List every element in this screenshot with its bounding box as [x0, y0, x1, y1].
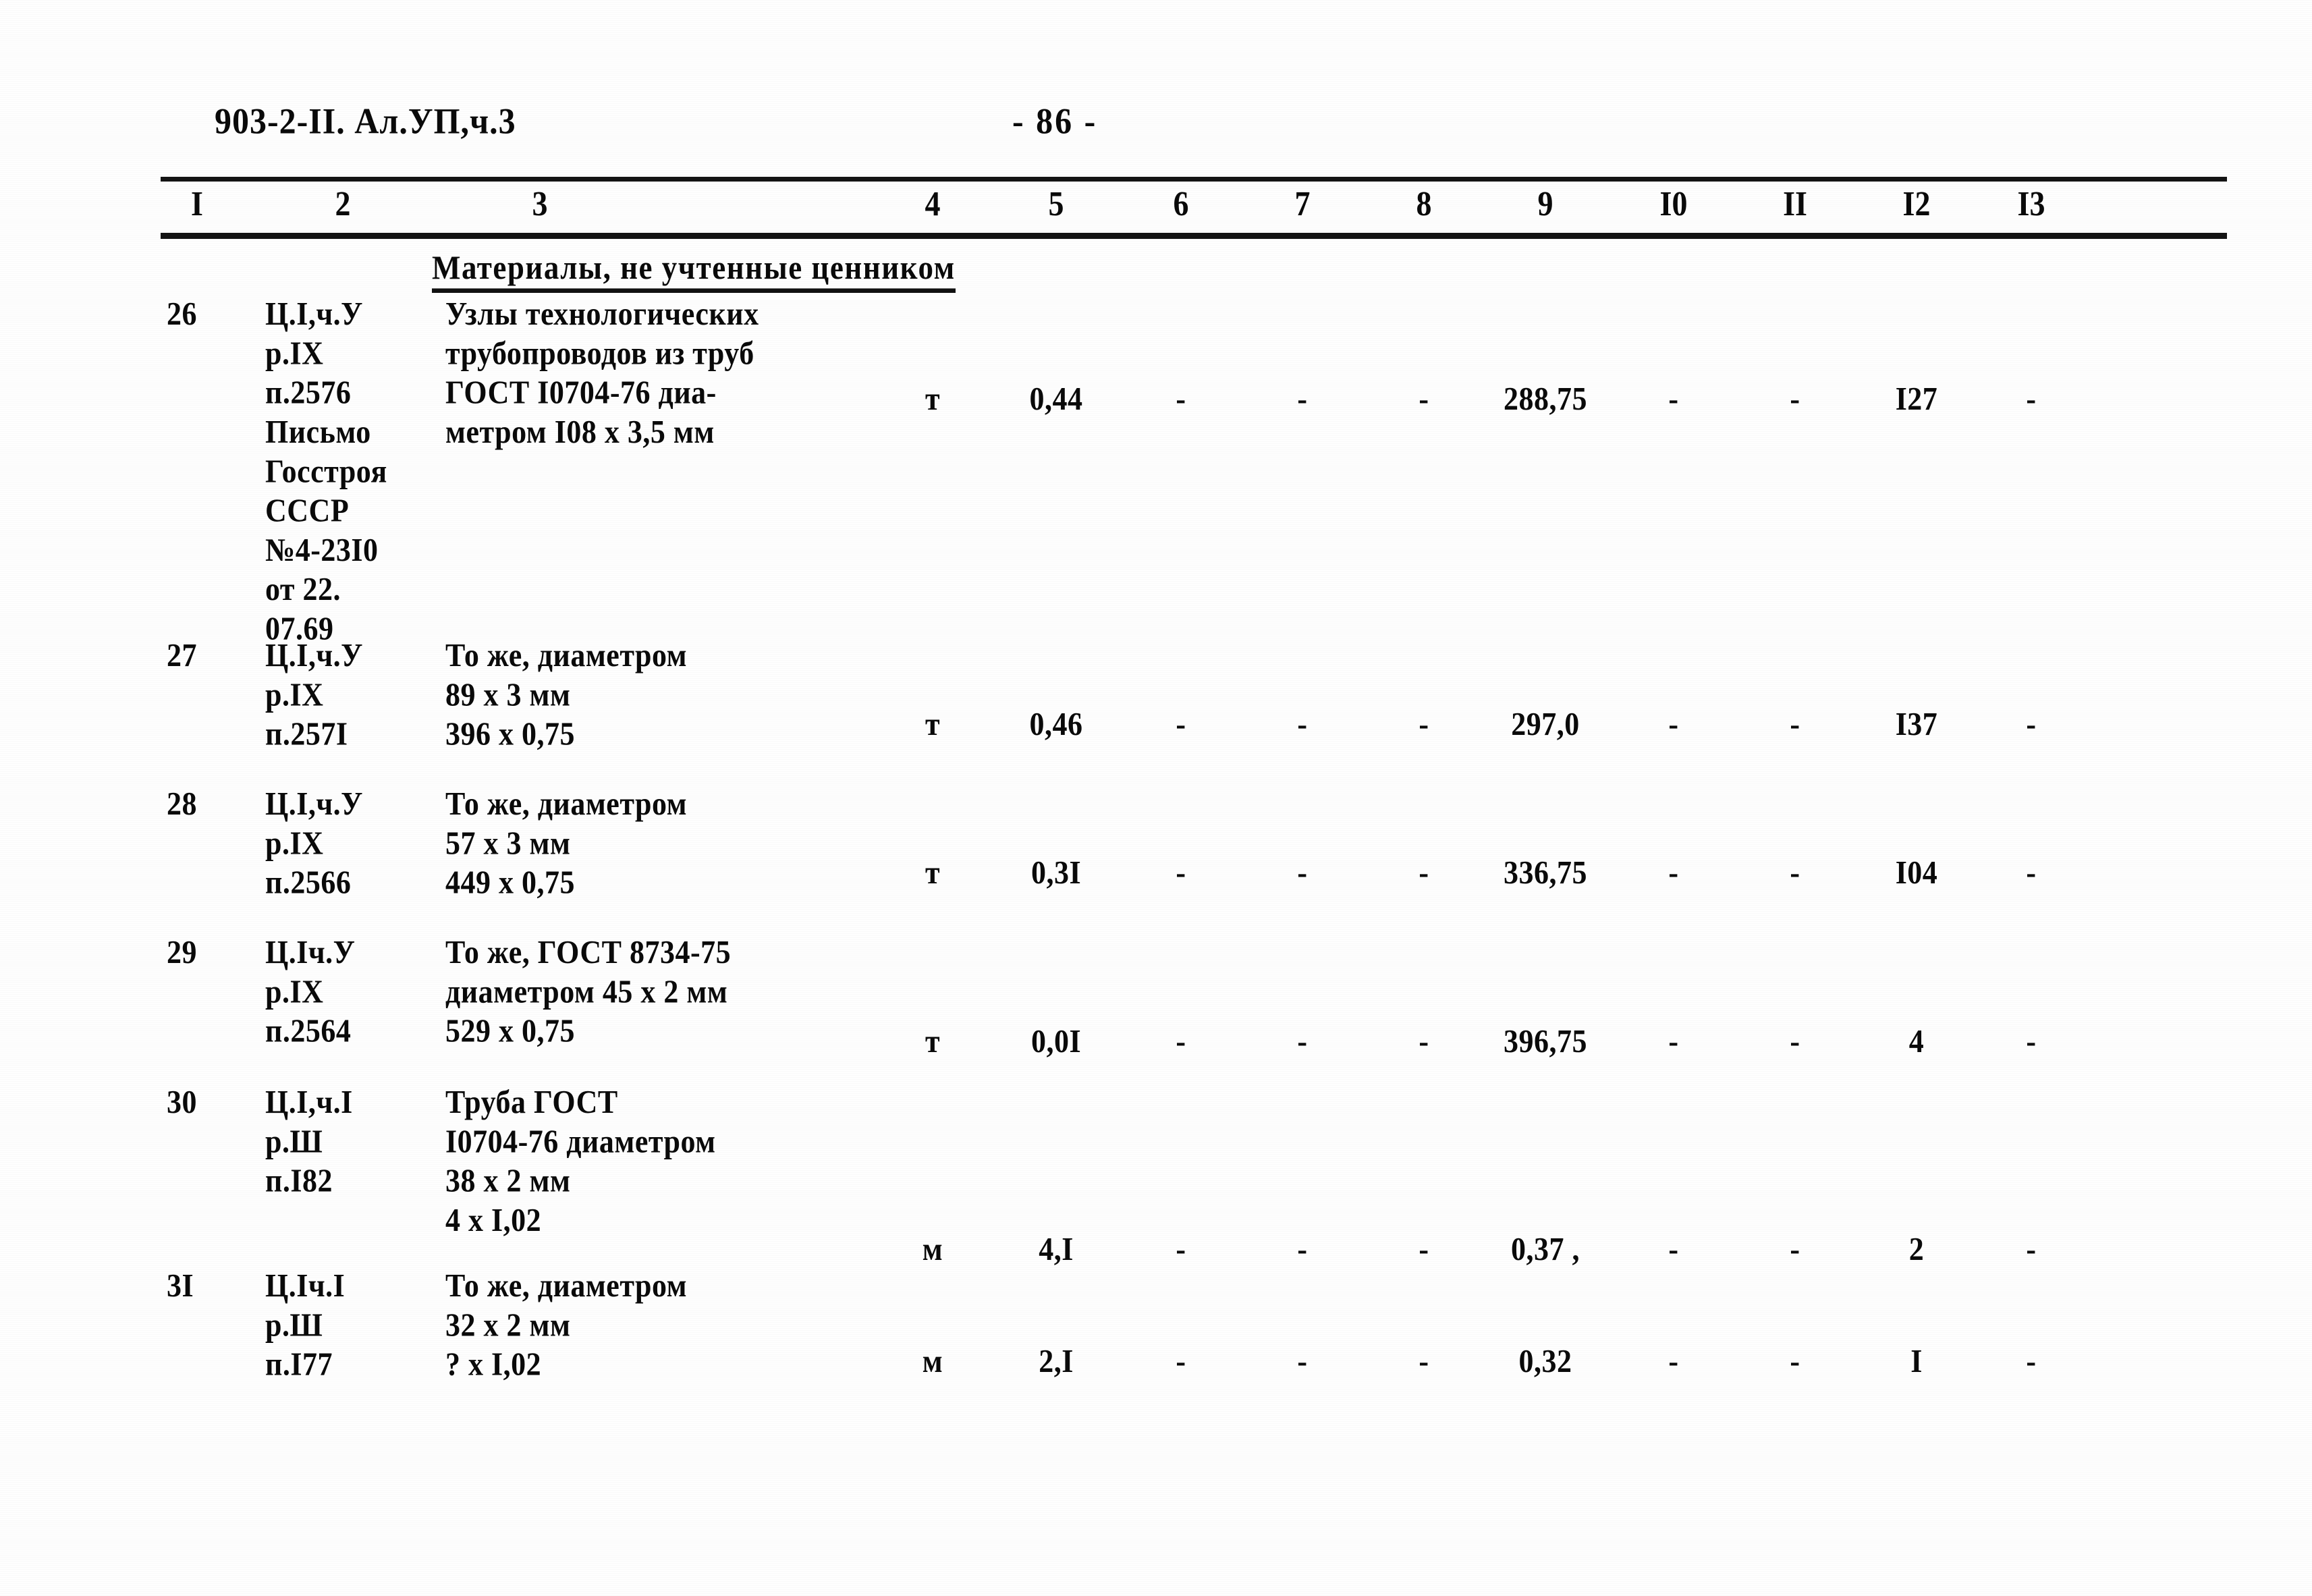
row-description: То же, диаметром 57 х 3 мм 449 х 0,75 — [445, 786, 688, 901]
row-description: Труба ГОСТ I0704-76 диаметром 38 х 2 мм … — [445, 1084, 716, 1238]
row-description: То же, диаметром 89 х 3 мм 396 х 0,75 — [445, 637, 688, 752]
document-header: 903-2-II. Ал.УП,ч.3 - 86 - — [0, 100, 2312, 147]
row-col13: - — [2026, 854, 2037, 891]
column-number-10: I0 — [1659, 184, 1688, 223]
row-col13: - — [2026, 1343, 2037, 1380]
column-number-2: 2 — [335, 184, 351, 223]
column-number-4: 4 — [925, 184, 941, 223]
table-top-rule — [161, 177, 2227, 182]
row-col13: - — [2026, 381, 2037, 418]
row-number: 3I — [167, 1267, 194, 1304]
page-number: - 86 - — [1012, 101, 1098, 142]
column-number-5: 5 — [1048, 184, 1064, 223]
row-description: То же, диаметром 32 х 2 мм ? х I,02 — [445, 1267, 688, 1383]
column-number-3: 3 — [532, 184, 548, 223]
column-number-8: 8 — [1416, 184, 1432, 223]
table-column-numbers: I 2 3 4 5 6 7 8 9 I0 II I2 I3 — [0, 184, 2312, 231]
document-code: 903-2-II. Ал.УП,ч.3 — [215, 101, 516, 142]
row-col13: - — [2026, 1023, 2037, 1060]
row-description: Узлы технологических трубопроводов из тр… — [445, 296, 759, 450]
column-number-6: 6 — [1173, 184, 1189, 223]
column-number-9: 9 — [1537, 184, 1553, 223]
row-col13: - — [2026, 706, 2037, 743]
row-number: 28 — [167, 786, 197, 823]
table-header-rule — [161, 233, 2227, 239]
column-number-13: I3 — [2017, 184, 2045, 223]
row-number: 27 — [167, 637, 197, 674]
column-number-1: I — [191, 184, 203, 223]
section-title: Материалы, не учтенные ценником — [432, 248, 956, 293]
column-number-7: 7 — [1294, 184, 1311, 223]
column-number-11: II — [1783, 184, 1807, 223]
row-col13: - — [2026, 1231, 2037, 1268]
row-number: 29 — [167, 934, 197, 971]
row-number: 26 — [167, 296, 197, 333]
document-page: 903-2-II. Ал.УП,ч.3 - 86 - I 2 3 4 5 6 7 8 9 I0 II… — [0, 0, 2312, 1596]
row-description: То же, ГОСТ 8734-75 диаметром 45 х 2 мм … — [445, 934, 732, 1049]
row-number: 30 — [167, 1084, 197, 1121]
column-number-12: I2 — [1902, 184, 1931, 223]
